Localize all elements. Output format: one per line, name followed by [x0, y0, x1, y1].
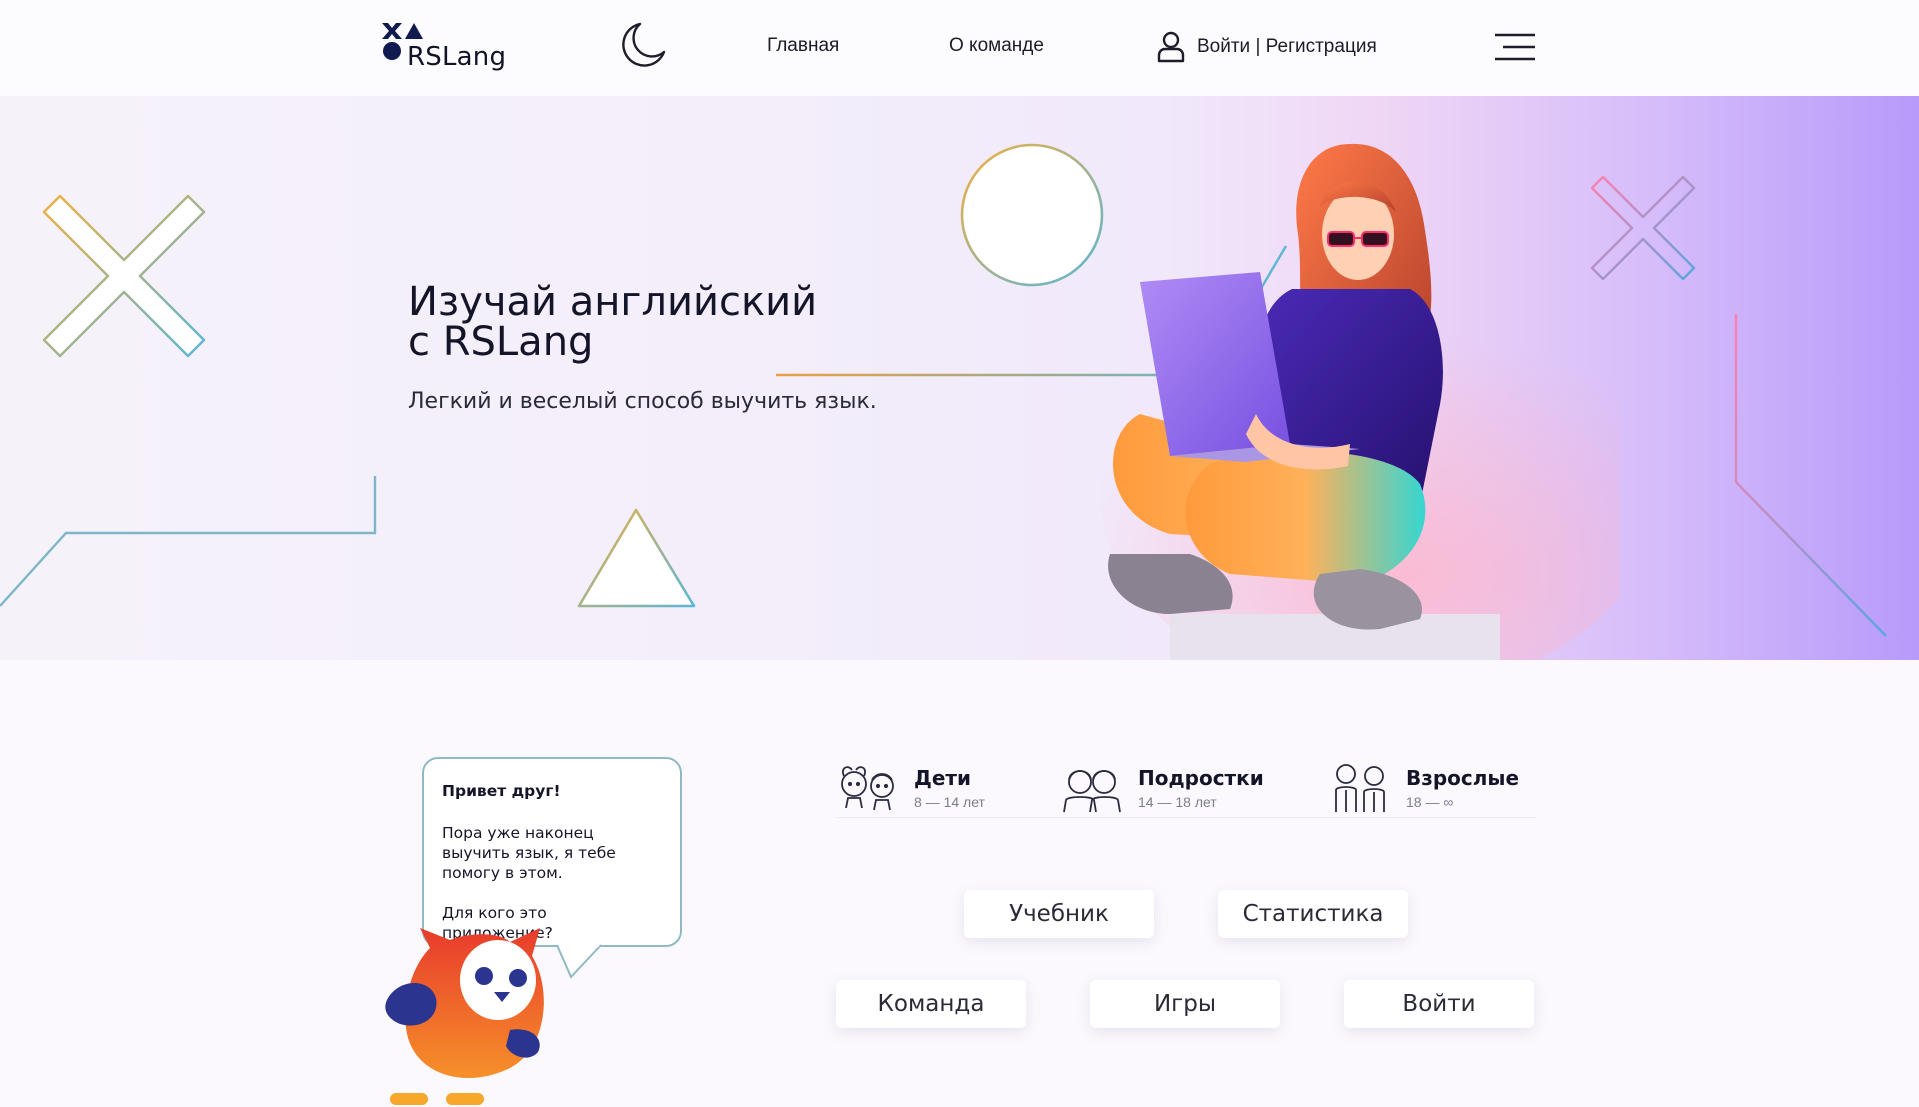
audience-teens: Подростки 14 — 18 лет: [1060, 760, 1264, 816]
owl-mascot-icon: [385, 928, 544, 1105]
textbook-button[interactable]: Учебник: [964, 890, 1154, 938]
audience-teens-title: Подростки: [1138, 766, 1264, 790]
team-button[interactable]: Команда: [836, 980, 1026, 1028]
adults-icon: [1335, 764, 1385, 812]
audience-teens-label: Подростки 14 — 18 лет: [1138, 766, 1264, 810]
teens-icon: [1063, 770, 1121, 813]
triangle-shape: [577, 508, 696, 608]
audience-adults-ages: 18 — ∞: [1406, 794, 1454, 810]
login-button[interactable]: Войти: [1344, 980, 1534, 1028]
hero-banner: Изучай английский с RSLang Легкий и весе…: [0, 96, 1919, 660]
games-button[interactable]: Игры: [1090, 980, 1280, 1028]
login-register-label: Войти | Регистрация: [1197, 36, 1377, 57]
menu-icon[interactable]: [1495, 32, 1535, 62]
moon-icon[interactable]: [618, 20, 668, 70]
statistics-button[interactable]: Статистика: [1218, 890, 1408, 938]
nav-team-link[interactable]: О команде: [949, 35, 1044, 57]
speech-bubble-tail: [557, 944, 602, 979]
hero-title: Изучай английский с RSLang: [408, 282, 817, 362]
audience-kids-title: Дети: [914, 766, 971, 790]
audience-kids: Дети 8 — 14 лет: [836, 760, 985, 816]
audience-adults-label: Взрослые 18 — ∞: [1406, 766, 1519, 810]
kids-icon: [841, 766, 894, 811]
audience-divider: [836, 817, 1536, 818]
cross-shape-left: [42, 194, 206, 358]
audience-teens-ages: 14 — 18 лет: [1138, 794, 1217, 810]
audience-kids-label: Дети 8 — 14 лет: [914, 766, 985, 810]
line-shape-right: [1734, 314, 1887, 637]
nav-home-link[interactable]: Главная: [767, 35, 839, 57]
bubble-greeting: Привет друг!: [442, 782, 561, 800]
audience-kids-ages: 8 — 14 лет: [914, 794, 985, 810]
student-with-laptop-image: [1100, 143, 1620, 660]
hero-decorations: [0, 143, 1887, 637]
user-icon: [1157, 31, 1185, 63]
audience-adults-title: Взрослые: [1406, 766, 1520, 790]
login-register-link[interactable]: Войти | Регистрация: [1157, 30, 1377, 64]
bubble-message: Пора уже наконец выучить язык, я тебе по…: [442, 824, 616, 882]
logo-text[interactable]: RSLang: [407, 42, 506, 72]
line-shape-left: [0, 476, 377, 607]
hero-title-line1: Изучай английский: [408, 279, 818, 325]
hero-subtitle: Легкий и веселый способ выучить язык.: [408, 389, 877, 414]
audience-adults: Взрослые 18 — ∞: [1328, 760, 1519, 816]
header: RSLang Главная О команде Войти | Регистр…: [0, 0, 1919, 96]
hero-title-line2: с RSLang: [408, 319, 594, 365]
